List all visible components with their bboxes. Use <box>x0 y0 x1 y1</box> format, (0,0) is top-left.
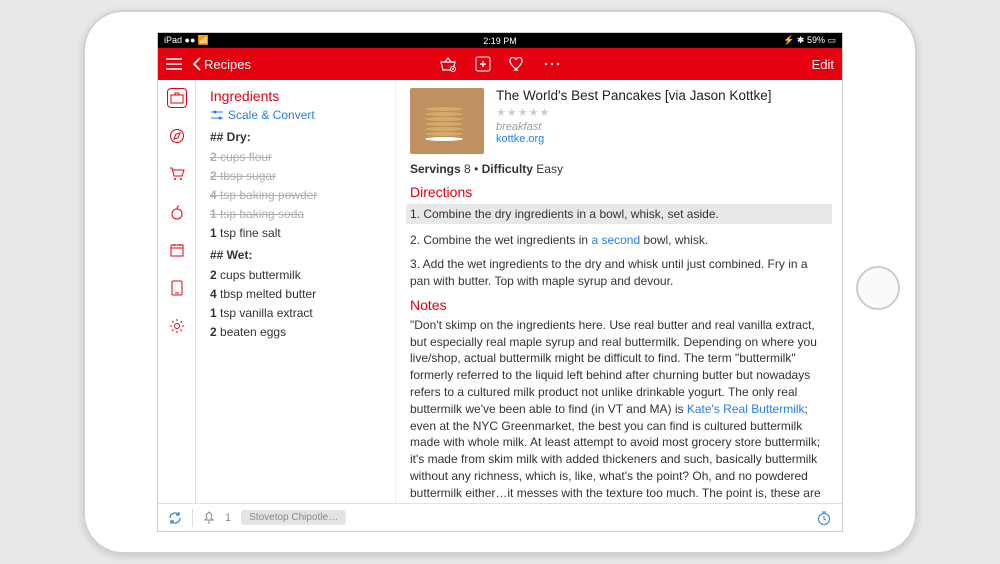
recipe-thumbnail <box>410 88 484 154</box>
ingredient-item[interactable]: 2 cups buttermilk <box>210 268 383 282</box>
status-carrier: iPad ●● 📶 <box>164 35 209 46</box>
sidebar-apple-icon[interactable] <box>167 202 187 222</box>
link-kates-buttermilk[interactable]: Kate's Real Buttermilk <box>687 402 805 416</box>
link-a-second[interactable]: a second <box>591 233 640 247</box>
pin-icon[interactable] <box>203 511 215 525</box>
rating-stars[interactable]: ★★★★★ <box>496 106 828 119</box>
notes-title: Notes <box>410 297 828 313</box>
ingredient-item[interactable]: 2 beaten eggs <box>210 325 383 339</box>
sidebar-cart-icon[interactable] <box>167 164 187 184</box>
recipe-source-link[interactable]: kottke.org <box>496 133 828 145</box>
direction-step-2[interactable]: 2. Combine the wet ingredients in a seco… <box>410 232 828 248</box>
sidebar-gear-icon[interactable] <box>167 316 187 336</box>
servings-difficulty: Servings 8 • Difficulty Easy <box>410 162 828 176</box>
ingredient-item[interactable]: 2 cups flour <box>210 150 383 164</box>
toolbar: Recipes Edit <box>158 48 842 80</box>
status-bar: iPad ●● 📶 2:19 PM ⚡ ✱ 59% ▭ <box>158 33 842 48</box>
notes-text: "Don't skimp on the ingredients here. Us… <box>410 317 828 503</box>
ingredient-item[interactable]: 1 tsp vanilla extract <box>210 306 383 320</box>
scale-convert-button[interactable]: Scale & Convert <box>210 108 383 122</box>
ingredient-item[interactable]: 4 tsp baking powder <box>210 188 383 202</box>
sidebar-compass-icon[interactable] <box>167 126 187 146</box>
sidebar <box>158 80 196 503</box>
app-screen: iPad ●● 📶 2:19 PM ⚡ ✱ 59% ▭ Recipes Edit <box>157 32 843 532</box>
ingredient-item[interactable]: 4 tbsp melted butter <box>210 287 383 301</box>
sidebar-calendar-icon[interactable] <box>167 240 187 260</box>
back-label: Recipes <box>204 57 251 72</box>
ingredient-item[interactable]: 1 tsp baking soda <box>210 207 383 221</box>
sync-icon[interactable] <box>168 511 182 525</box>
direction-step-1[interactable]: 1. Combine the dry ingredients in a bowl… <box>406 204 832 224</box>
back-button[interactable]: Recipes <box>192 57 251 72</box>
menu-icon[interactable] <box>166 58 182 70</box>
pin-count: 1 <box>225 512 231 524</box>
sidebar-briefcase-icon[interactable] <box>167 88 187 108</box>
basket-icon[interactable] <box>439 56 457 72</box>
timer-icon[interactable] <box>816 510 832 526</box>
sliders-icon <box>210 109 224 121</box>
chevron-left-icon <box>192 57 202 71</box>
status-battery: ⚡ ✱ 59% ▭ <box>783 35 836 46</box>
ingredient-item[interactable]: 2 tbsp sugar <box>210 169 383 183</box>
heart-icon[interactable] <box>509 57 525 71</box>
add-icon[interactable] <box>475 56 491 72</box>
ipad-frame: iPad ●● 📶 2:19 PM ⚡ ✱ 59% ▭ Recipes Edit <box>83 10 917 554</box>
direction-step-3[interactable]: 3. Add the wet ingredients to the dry an… <box>410 256 828 288</box>
home-button[interactable] <box>856 266 900 310</box>
wet-heading: ## Wet: <box>210 248 383 262</box>
pinned-recipe-chip[interactable]: Stovetop Chipotle… <box>241 510 346 525</box>
status-time: 2:19 PM <box>483 36 517 46</box>
edit-button[interactable]: Edit <box>812 57 834 72</box>
directions-title: Directions <box>410 184 828 200</box>
sidebar-device-icon[interactable] <box>167 278 187 298</box>
recipe-panel: The World's Best Pancakes [via Jason Kot… <box>396 80 842 503</box>
ingredient-item[interactable]: 1 tsp fine salt <box>210 226 383 240</box>
bottom-bar: 1 Stovetop Chipotle… <box>158 503 842 531</box>
recipe-category: breakfast <box>496 121 828 133</box>
dry-heading: ## Dry: <box>210 130 383 144</box>
ingredients-panel: Ingredients Scale & Convert ## Dry: 2 cu… <box>196 80 396 503</box>
recipe-title: The World's Best Pancakes [via Jason Kot… <box>496 88 828 103</box>
ingredients-title: Ingredients <box>210 88 383 104</box>
more-icon[interactable] <box>543 62 561 66</box>
